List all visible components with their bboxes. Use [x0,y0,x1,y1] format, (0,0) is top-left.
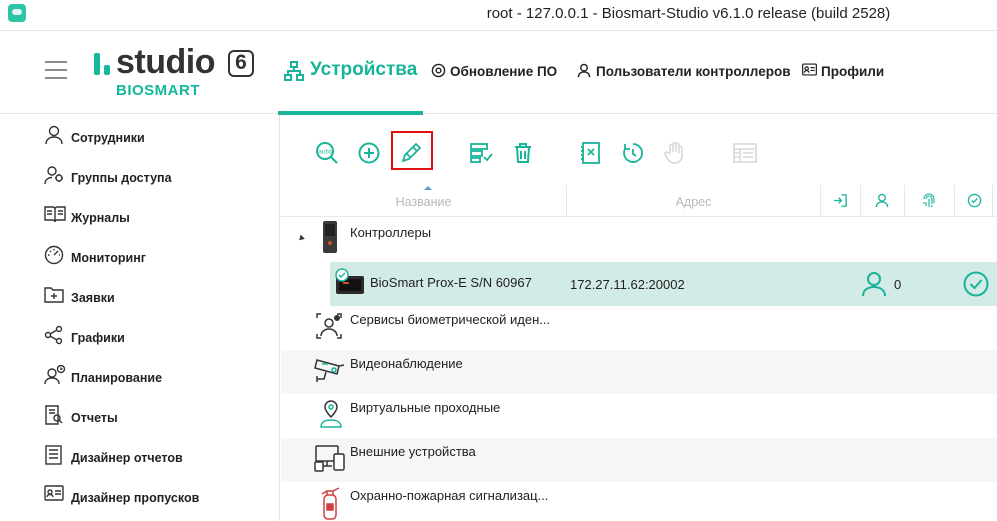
id-card-icon [802,63,817,76]
menu-icon[interactable] [45,61,67,79]
user-icon [875,193,889,208]
logo-subtitle: BIOSMART [116,82,200,99]
book-icon [44,206,66,223]
highlight-box [391,131,433,170]
folder-plus-icon [44,287,64,303]
auto-search-button[interactable]: auto [311,137,343,169]
sidebar-item-monitoring[interactable]: Мониторинг [44,245,274,271]
nav-profiles-label: Профили [821,64,885,79]
controllers-label: Контроллеры [350,225,432,240]
nav-update-label: Обновление ПО [450,64,558,79]
sidebar-item-employees[interactable]: Сотрудники [44,125,274,151]
auto-search-icon: auto [316,142,338,164]
device-settings-button[interactable] [465,137,497,169]
title-bar: root - 127.0.0.1 - Biosmart-Studio v6.1.… [0,0,997,30]
device-name: BioSmart Prox-E S/N 60967 [370,275,532,290]
report-icon [45,405,63,425]
sidebar: Сотрудники Группы доступа Журналы Монито… [0,115,280,521]
device-users-icon [862,272,886,297]
sidebar-item-schedules[interactable]: Графики [44,325,274,351]
update-icon [431,63,446,78]
device-address: 172.27.11.62:20002 [570,277,685,292]
fire-extinguisher-icon [321,487,340,520]
fingerprint-button [659,137,691,169]
report-designer-icon [45,445,62,465]
nav-devices-label: Устройства [310,59,418,80]
sidebar-item-reports[interactable]: Отчеты [44,405,274,431]
hand-icon [664,141,683,164]
enter-icon [833,194,847,207]
notebook-x-icon [581,142,600,164]
nav-tab-devices[interactable]: Устройства [278,31,423,115]
user-icon [577,63,591,78]
group-icon [44,166,63,185]
properties-button [729,137,761,169]
tree-row-device[interactable]: BioSmart Prox-E S/N 60967 172.27.11.62:2… [330,262,997,306]
server-check-icon [470,143,493,163]
trash-icon [515,143,531,163]
sort-caret-icon [424,186,432,190]
column-header-input[interactable] [821,185,861,217]
tree-row-fire[interactable]: Охранно-пожарная сигнализац... [281,482,997,521]
share-icon [44,325,63,345]
tree-row-controllers[interactable]: Контроллеры [281,217,997,261]
fire-label: Охранно-пожарная сигнализац... [350,488,549,503]
clear-log-button[interactable] [575,137,607,169]
external-label: Внешние устройства [350,444,476,459]
add-device-button[interactable] [353,137,385,169]
header: studio 6 BIOSMART Устройства Обновление … [0,30,997,115]
badge-icon [44,485,64,501]
cctv-camera-icon [314,359,345,382]
device-online-check-icon [963,271,989,297]
device-users-count: 0 [894,277,902,292]
toolbar: auto [281,115,997,185]
fingerprint-icon [923,193,935,207]
logo-word: studio [116,43,215,81]
column-header-users[interactable] [861,185,905,217]
sidebar-item-access-groups[interactable]: Группы доступа [44,165,274,191]
network-icon [284,61,304,81]
device-terminal-icon [335,268,364,294]
sidebar-item-planning[interactable]: Планирование [44,365,274,391]
video-label: Видеонаблюдение [350,356,463,371]
person-icon [45,125,63,145]
column-header-address[interactable]: Адрес [567,185,821,217]
sidebar-item-report-designer[interactable]: Дизайнер отчетов [44,445,274,471]
logo-number: 6 [228,50,254,77]
gauge-icon [44,245,64,265]
controller-device-icon [323,221,337,253]
column-header-status[interactable] [955,185,993,217]
table-icon [733,143,757,163]
sidebar-item-journals[interactable]: Журналы [44,205,274,231]
devices-icon [314,445,345,472]
tree-row-virtual[interactable]: Виртуальные проходные [281,394,997,438]
column-header-name[interactable]: Название [281,185,567,217]
nav-users-label: Пользователи контроллеров [596,64,791,79]
person-clock-icon [44,365,66,385]
sidebar-item-badge-designer[interactable]: Дизайнер пропусков [44,485,274,511]
plus-circle-icon [358,142,380,164]
location-person-icon [320,400,342,428]
window-title: root - 127.0.0.1 - Biosmart-Studio v6.1.… [486,5,891,22]
svg-text:auto: auto [318,149,332,156]
check-circle-icon [967,193,982,208]
sync-time-button[interactable] [617,137,649,169]
studio-logo: studio 6 BIOSMART [94,43,259,101]
tree-row-external[interactable]: Внешние устройства [281,438,997,482]
delete-button[interactable] [507,137,539,169]
column-header-fingerprint[interactable] [905,185,955,217]
clock-refresh-icon [623,143,643,163]
virtual-label: Виртуальные проходные [350,400,501,415]
tree-row-video[interactable]: Видеонаблюдение [281,350,997,394]
biometric-label: Сервисы биометрической иден... [350,312,551,327]
table-header: Название Адрес [281,185,997,217]
face-scan-icon [316,313,342,339]
sidebar-item-requests[interactable]: Заявки [44,285,274,311]
tree-row-biometric[interactable]: Сервисы биометрической иден... [281,306,997,350]
